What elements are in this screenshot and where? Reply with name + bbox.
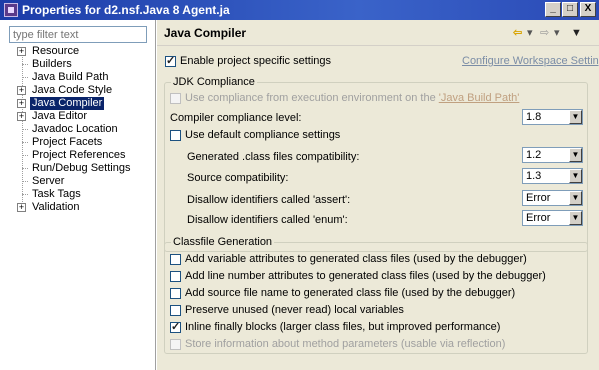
tree-item-project-facets[interactable]: Project Facets <box>14 136 154 149</box>
tree-item-validation[interactable]: + Validation <box>14 201 154 214</box>
dropdown-arrow-icon: ▼ <box>569 169 582 183</box>
tree-item-builders[interactable]: Builders <box>14 58 154 71</box>
page-title: Java Compiler <box>164 26 247 40</box>
tree-item-javadoc-location[interactable]: Javadoc Location <box>14 123 154 136</box>
expand-icon[interactable]: + <box>17 86 26 95</box>
jdk-compliance-legend: JDK Compliance <box>171 76 257 89</box>
store-method-params-label: Store information about method parameter… <box>185 338 506 350</box>
expand-icon[interactable]: + <box>17 112 26 121</box>
java-build-path-link[interactable]: 'Java Build Path' <box>439 92 520 104</box>
expand-icon[interactable]: + <box>17 99 26 108</box>
forward-arrow-icon[interactable]: ⇨ <box>540 26 549 40</box>
add-variable-attrs-checkbox[interactable] <box>170 254 181 265</box>
tree-item-java-compiler[interactable]: + Java Compiler <box>14 97 154 110</box>
tree-item-server[interactable]: Server <box>14 175 154 188</box>
tree-item-run-debug-settings[interactable]: Run/Debug Settings <box>14 162 154 175</box>
assert-select[interactable]: Error ▼ <box>522 190 583 206</box>
enable-project-settings-label: Enable project specific settings <box>180 55 332 67</box>
maximize-button[interactable]: □ <box>562 2 578 17</box>
expand-icon[interactable]: + <box>17 203 26 212</box>
use-default-compliance-checkbox[interactable] <box>170 130 181 141</box>
inline-finally-label: Inline finally blocks (larger class file… <box>185 321 501 333</box>
generated-class-label: Generated .class files compatibility: <box>187 151 360 163</box>
java-compiler-page: Java Compiler ⇦ ▾ ⇨ ▾ ▼ Enable project s… <box>157 20 599 370</box>
title-bar: Properties for d2.nsf.Java 8 Agent.ja _ … <box>0 0 599 20</box>
add-line-number-checkbox[interactable] <box>170 271 181 282</box>
tree-item-java-code-style[interactable]: + Java Code Style <box>14 84 154 97</box>
tree-item-java-editor[interactable]: + Java Editor <box>14 110 154 123</box>
preserve-unused-label: Preserve unused (never read) local varia… <box>185 304 404 316</box>
minimize-button[interactable]: _ <box>545 2 561 17</box>
enum-label: Disallow identifiers called 'enum': <box>187 214 348 226</box>
use-default-compliance-label: Use default compliance settings <box>185 129 341 141</box>
compliance-level-select[interactable]: 1.8 ▼ <box>522 109 583 125</box>
inline-finally-checkbox[interactable] <box>170 320 181 333</box>
add-source-file-label: Add source file name to generated class … <box>185 287 516 299</box>
tree-item-task-tags[interactable]: Task Tags <box>14 188 154 201</box>
assert-label: Disallow identifiers called 'assert': <box>187 194 351 206</box>
classfile-generation-legend: Classfile Generation <box>171 236 275 249</box>
dropdown-arrow-icon: ▼ <box>569 148 582 162</box>
source-compat-select[interactable]: 1.3 ▼ <box>522 168 583 184</box>
add-source-file-checkbox[interactable] <box>170 288 181 299</box>
dropdown-arrow-icon: ▼ <box>569 191 582 205</box>
compliance-level-label: Compiler compliance level: <box>170 112 302 124</box>
forward-menu-icon[interactable]: ▾ <box>554 26 560 40</box>
view-menu-icon[interactable]: ▼ <box>571 26 582 40</box>
add-variable-attrs-label: Add variable attributes to generated cla… <box>185 253 527 265</box>
back-arrow-icon[interactable]: ⇦ <box>513 26 522 40</box>
tree-item-project-references[interactable]: Project References <box>14 149 154 162</box>
preference-nav-panel: +Resource Builders Java Build Path +Java… <box>0 20 156 370</box>
tree-item-resource[interactable]: + Resource <box>14 45 154 58</box>
add-line-number-label: Add line number attributes to generated … <box>185 270 546 282</box>
store-method-params-checkbox[interactable] <box>170 339 181 350</box>
close-button[interactable]: X <box>580 2 596 17</box>
expand-icon[interactable]: + <box>17 47 26 56</box>
use-compliance-label: Use compliance from execution environmen… <box>185 92 520 104</box>
enable-project-settings-checkbox[interactable] <box>165 54 176 67</box>
window-title: Properties for d2.nsf.Java 8 Agent.ja <box>22 3 230 17</box>
app-icon <box>4 3 18 17</box>
enum-select[interactable]: Error ▼ <box>522 210 583 226</box>
preference-tree: + Resource Builders Java Build Path + Java… <box>14 45 154 214</box>
back-menu-icon[interactable]: ▾ <box>527 26 533 40</box>
source-compat-label: Source compatibility: <box>187 172 289 184</box>
configure-workspace-link[interactable]: Configure Workspace Settings... <box>462 55 599 68</box>
filter-input[interactable] <box>9 26 147 43</box>
page-header: Java Compiler ⇦ ▾ ⇨ ▾ ▼ <box>157 20 599 46</box>
generated-class-select[interactable]: 1.2 ▼ <box>522 147 583 163</box>
tree-item-java-build-path[interactable]: Java Build Path <box>14 71 154 84</box>
preserve-unused-checkbox[interactable] <box>170 305 181 316</box>
dropdown-arrow-icon: ▼ <box>569 110 582 124</box>
use-compliance-checkbox[interactable] <box>170 93 181 104</box>
dropdown-arrow-icon: ▼ <box>569 211 582 225</box>
